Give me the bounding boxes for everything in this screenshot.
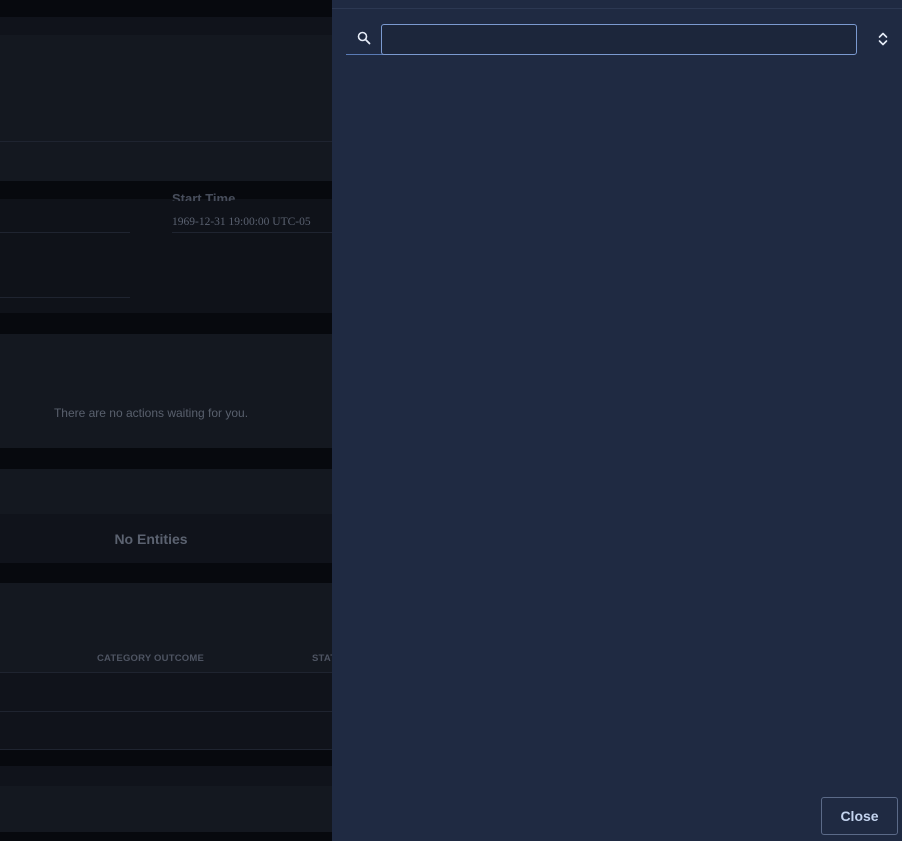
gap xyxy=(0,563,332,583)
sort-icon[interactable] xyxy=(877,31,889,47)
divider xyxy=(0,672,332,673)
divider xyxy=(0,297,130,298)
start-time-label: Start Time xyxy=(172,191,236,201)
bottom-card xyxy=(0,786,332,832)
divider xyxy=(0,141,332,142)
gap xyxy=(0,750,332,766)
section-header xyxy=(0,17,332,35)
search-underline xyxy=(346,54,384,55)
search-input[interactable] xyxy=(381,24,857,55)
entities-empty-message: No Entities xyxy=(114,531,188,547)
column-header-category-outcome: CATEGORY OUTCOME xyxy=(97,653,204,664)
close-button[interactable]: Close xyxy=(821,797,898,835)
actions-card xyxy=(0,334,332,448)
column-header-status: STAT xyxy=(312,653,332,664)
section-header xyxy=(0,766,332,786)
actions-empty-message: There are no actions waiting for you. xyxy=(53,406,249,420)
gap xyxy=(0,313,332,334)
gap xyxy=(0,0,332,17)
divider xyxy=(0,711,332,712)
background-page: Start Time 1969-12-31 19:00:00 UTC-05 Th… xyxy=(0,0,332,841)
entities-header xyxy=(0,469,332,514)
start-time-value: 1969-12-31 19:00:00 UTC-05 xyxy=(172,216,311,228)
side-panel: Close xyxy=(332,0,902,841)
screen: Start Time 1969-12-31 19:00:00 UTC-05 Th… xyxy=(0,0,902,841)
table-row xyxy=(0,672,332,711)
table-row xyxy=(0,711,332,749)
divider xyxy=(172,232,332,233)
gap xyxy=(0,181,332,199)
gap xyxy=(0,448,332,469)
gap xyxy=(0,832,332,841)
divider xyxy=(0,232,130,233)
summary-card xyxy=(0,35,332,181)
panel-top-divider xyxy=(332,8,902,9)
search-icon xyxy=(357,31,371,45)
